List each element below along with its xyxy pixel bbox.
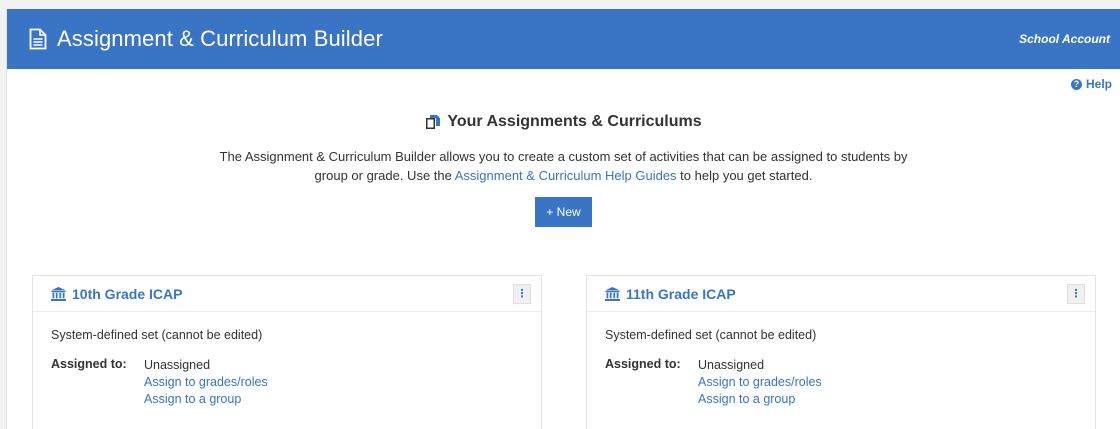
institution-icon [605, 286, 620, 301]
document-icon [29, 28, 47, 50]
app-frame: Assignment & Curriculum Builder School A… [6, 9, 1120, 429]
card-title: 11th Grade ICAP [626, 285, 736, 302]
assign-group-link[interactable]: Assign to a group [698, 391, 822, 408]
system-note: System-defined set (cannot be edited) [605, 328, 817, 342]
help-label: Help [1085, 77, 1112, 91]
assigned-label: Assigned to: [51, 357, 127, 371]
vertical-ellipsis-icon: ⋮ [516, 288, 528, 300]
help-link[interactable]: ? Help [1070, 77, 1112, 91]
card-body: System-defined set (cannot be edited) As… [587, 312, 1095, 424]
assigned-values: Unassigned Assign to grades/roles Assign… [144, 357, 268, 408]
card-body: System-defined set (cannot be edited) As… [33, 312, 541, 424]
assign-grades-link[interactable]: Assign to grades/roles [698, 374, 822, 391]
curriculum-card: 10th Grade ICAP ⋮ System-defined set (ca… [32, 275, 542, 429]
page-heading-text: Your Assignments & Curriculums [447, 113, 702, 130]
copy-documents-icon [426, 115, 441, 129]
intro-section: Your Assignments & Curriculums The Assig… [7, 113, 1120, 227]
system-note: System-defined set (cannot be edited) [51, 328, 263, 342]
new-button[interactable]: + New [535, 197, 592, 227]
assigned-value: Unassigned [144, 358, 211, 372]
page-heading: Your Assignments & Curriculums [425, 113, 702, 131]
assigned-label: Assigned to: [605, 357, 681, 371]
app-title: Assignment & Curriculum Builder [57, 26, 383, 51]
card-title: 10th Grade ICAP [72, 285, 183, 302]
assigned-values: Unassigned Assign to grades/roles Assign… [698, 357, 822, 408]
account-label[interactable]: School Account [1019, 32, 1110, 46]
help-guides-link[interactable]: Assignment & Curriculum Help Guides [455, 168, 677, 183]
assign-group-link[interactable]: Assign to a group [144, 391, 268, 408]
assigned-value: Unassigned [698, 358, 765, 372]
curriculum-card: 11th Grade ICAP ⋮ System-defined set (ca… [586, 275, 1096, 429]
assigned-row: Assigned to: Unassigned Assign to grades… [605, 357, 1077, 408]
top-bar: Assignment & Curriculum Builder School A… [7, 9, 1120, 69]
card-header: 11th Grade ICAP ⋮ [587, 276, 1095, 312]
card-menu-button[interactable]: ⋮ [1067, 283, 1085, 304]
intro-text-after: to help you get started. [676, 168, 813, 183]
question-circle-icon: ? [1070, 78, 1082, 90]
card-title-link[interactable]: 10th Grade ICAP [51, 286, 182, 302]
institution-icon [51, 286, 66, 301]
vertical-ellipsis-icon: ⋮ [1070, 288, 1082, 300]
card-header: 10th Grade ICAP ⋮ [33, 276, 541, 312]
assign-grades-link[interactable]: Assign to grades/roles [144, 374, 268, 391]
card-menu-button[interactable]: ⋮ [513, 283, 531, 304]
intro-description: The Assignment & Curriculum Builder allo… [214, 147, 914, 185]
assigned-row: Assigned to: Unassigned Assign to grades… [51, 357, 523, 408]
app-title-group: Assignment & Curriculum Builder [29, 26, 383, 52]
card-title-link[interactable]: 11th Grade ICAP [605, 286, 736, 302]
